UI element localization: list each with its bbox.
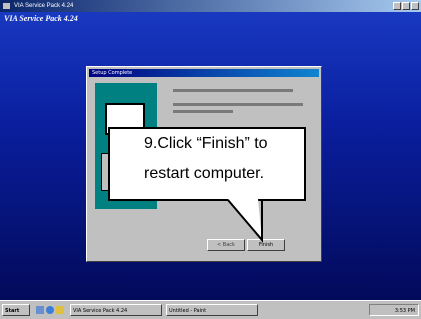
desktop-icon[interactable] bbox=[36, 306, 44, 314]
dialog-message-1 bbox=[173, 89, 293, 92]
taskbar-item[interactable]: Untitled - Paint bbox=[166, 304, 258, 316]
window-titlebar[interactable]: VIA Service Pack 4.24 bbox=[0, 0, 421, 12]
clock: 3:53 PM bbox=[369, 304, 419, 316]
back-button[interactable]: < Back bbox=[207, 239, 245, 251]
setup-window: VIA Service Pack 4.24 VIA Service Pack 4… bbox=[0, 0, 421, 300]
dialog-title: Setup Complete bbox=[92, 70, 133, 76]
app-icon bbox=[3, 3, 10, 9]
window-title: VIA Service Pack 4.24 bbox=[14, 3, 74, 9]
instruction-callout: 9.Click “Finish” to restart computer. bbox=[108, 127, 306, 201]
start-button[interactable]: Start bbox=[2, 304, 30, 316]
browser-icon[interactable] bbox=[46, 306, 54, 314]
minimize-button[interactable] bbox=[393, 2, 401, 10]
close-button[interactable] bbox=[411, 2, 419, 10]
finish-button[interactable]: Finish bbox=[247, 239, 285, 251]
mail-icon[interactable] bbox=[56, 306, 64, 314]
taskbar: Start VIA Service Pack 4.24 Untitled - P… bbox=[0, 300, 421, 319]
taskbar-item[interactable]: VIA Service Pack 4.24 bbox=[70, 304, 162, 316]
callout-line-2: restart computer. bbox=[144, 165, 265, 182]
callout-line-1: 9.Click “Finish” to bbox=[144, 135, 268, 152]
setup-heading: VIA Service Pack 4.24 bbox=[4, 14, 78, 23]
dialog-message-2b bbox=[173, 110, 233, 113]
dialog-message-2a bbox=[173, 103, 303, 106]
maximize-button[interactable] bbox=[402, 2, 410, 10]
dialog-titlebar[interactable]: Setup Complete bbox=[89, 69, 319, 77]
